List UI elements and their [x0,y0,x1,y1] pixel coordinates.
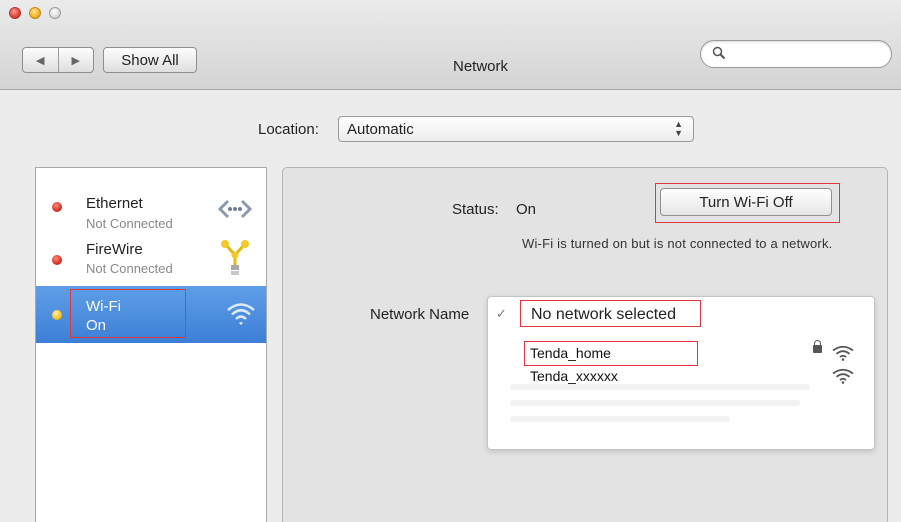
service-name: Wi-Fi [86,298,121,315]
status-dot-yellow-icon [52,310,62,320]
lock-icon [813,340,822,353]
checkmark-icon: ✓ [496,306,507,321]
ethernet-icon [217,197,253,226]
wifi-signal-icon [832,368,854,389]
service-status: On [86,317,107,334]
minimize-window-button[interactable] [29,7,41,19]
turn-wifi-off-button[interactable]: Turn Wi-Fi Off [660,188,832,216]
placeholder-line [510,416,730,422]
zoom-window-button[interactable] [49,7,61,19]
placeholder-line [510,384,810,390]
selected-network[interactable]: No network selected [531,306,676,324]
wifi-signal-icon [832,345,854,366]
network-name-label: Network Name [370,306,470,323]
service-item-ethernet[interactable]: Ethernet Not Connected [36,179,266,235]
service-list: Ethernet Not Connected FireWire Not Conn… [35,167,267,522]
status-label: Status: [452,201,499,218]
status-value: On [516,201,537,218]
firewire-icon [218,237,252,282]
service-status: Not Connected [86,216,173,231]
service-item-wifi[interactable]: Wi-Fi On [36,286,266,343]
location-label: Location: [258,121,319,138]
status-dot-red-icon [52,202,62,212]
status-description: Wi-Fi is turned on but is not connected … [522,236,833,251]
search-icon [712,46,726,63]
service-status: Not Connected [86,261,173,276]
search-input[interactable] [700,40,892,68]
wifi-icon [226,301,256,332]
stepper-arrows-icon: ▲ ▼ [674,119,683,138]
location-select[interactable]: Automatic ▲ ▼ [338,116,694,142]
network-item-tenda-home[interactable]: Tenda_home [530,345,611,361]
location-value: Automatic [347,120,414,138]
service-item-firewire[interactable]: FireWire Not Connected [36,233,266,289]
status-dot-red-icon [52,255,62,265]
close-window-button[interactable] [9,7,21,19]
title-bar: ◀ ▶ Show All Network [0,0,901,90]
service-name: Ethernet [86,195,143,212]
placeholder-line [510,400,800,406]
network-item-tenda-xxxxxx[interactable]: Tenda_xxxxxx [530,368,618,384]
service-name: FireWire [86,241,143,258]
